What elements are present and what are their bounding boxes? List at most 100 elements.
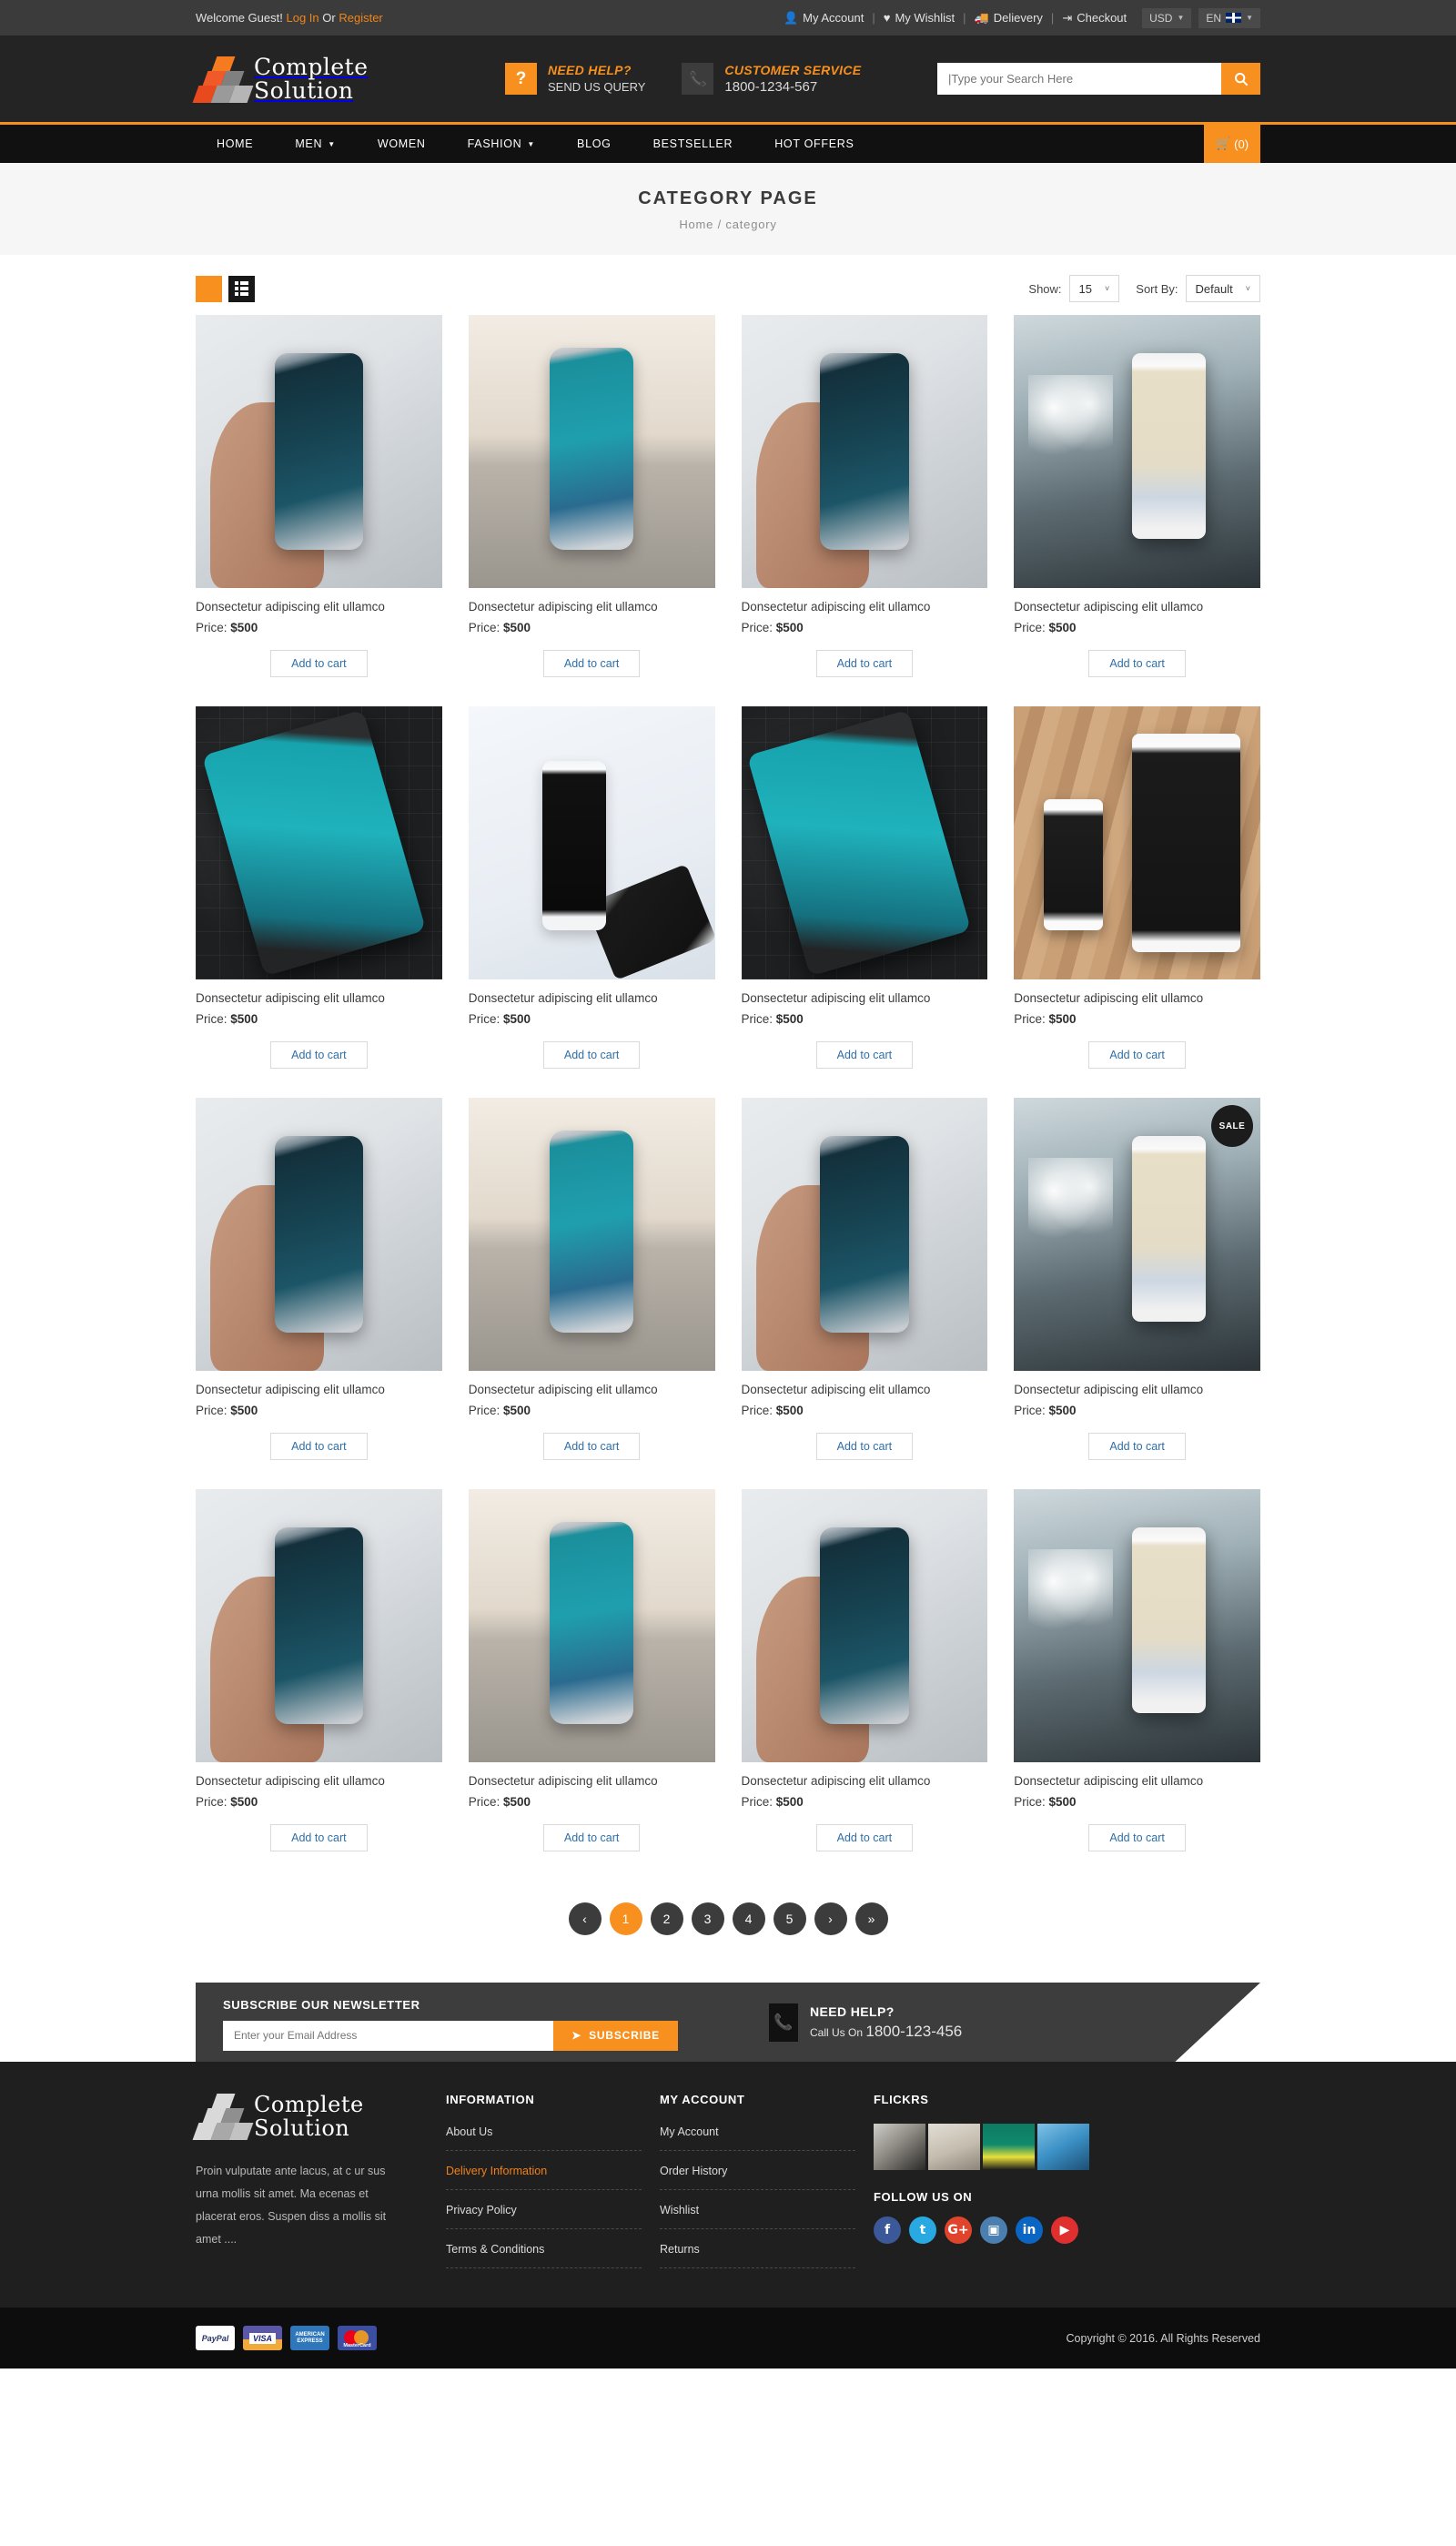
- product-image[interactable]: [741, 315, 988, 588]
- add-to-cart-button[interactable]: Add to cart: [270, 1433, 368, 1460]
- link-delivery-information[interactable]: Delivery Information: [446, 2165, 547, 2177]
- product-card[interactable]: SALE Donsectetur adipiscing elit ullamco P…: [1014, 1098, 1260, 1489]
- product-card[interactable]: Donsectetur adipiscing elit ullamco Price…: [196, 706, 442, 1098]
- link-privacy-policy[interactable]: Privacy Policy: [446, 2204, 517, 2216]
- flickr-thumbnail[interactable]: [928, 2124, 980, 2170]
- pagination-next[interactable]: ›: [814, 1902, 847, 1935]
- list-view-button[interactable]: [228, 275, 255, 302]
- customer-service-block[interactable]: 📞 CUSTOMER SERVICE 1800-1234-567: [682, 63, 861, 96]
- language-selector[interactable]: EN ▼: [1198, 7, 1260, 28]
- delivery-link[interactable]: 🚚 Delievery: [966, 11, 1051, 25]
- add-to-cart-button[interactable]: Add to cart: [1088, 1041, 1186, 1069]
- footer-logo[interactable]: Complete Solution: [192, 2093, 428, 2140]
- checkout-link[interactable]: ⇥ Checkout: [1054, 11, 1135, 25]
- nav-item-home[interactable]: HOME: [196, 125, 274, 163]
- my-account-link[interactable]: 👤 My Account: [775, 11, 872, 25]
- sort-select[interactable]: Default ˅: [1185, 275, 1260, 302]
- product-image[interactable]: [196, 706, 442, 979]
- login-link[interactable]: Log In: [286, 11, 318, 25]
- nav-item-fashion[interactable]: FASHION ▼: [447, 125, 556, 163]
- pagination-page-1[interactable]: 1: [609, 1902, 642, 1935]
- product-card[interactable]: Donsectetur adipiscing elit ullamco Price…: [196, 1098, 442, 1489]
- grid-view-button[interactable]: [163, 275, 222, 302]
- pagination-prev[interactable]: ‹: [568, 1902, 602, 1935]
- subscribe-button[interactable]: ➤ SUBSCRIBE: [553, 2020, 678, 2051]
- product-image[interactable]: [468, 315, 715, 588]
- product-card[interactable]: Donsectetur adipiscing elit ullamco Price…: [196, 315, 442, 706]
- product-card[interactable]: Donsectetur adipiscing elit ullamco Price…: [741, 706, 988, 1098]
- add-to-cart-button[interactable]: Add to cart: [542, 1824, 641, 1851]
- add-to-cart-button[interactable]: Add to cart: [815, 650, 914, 677]
- add-to-cart-button[interactable]: Add to cart: [542, 1041, 641, 1069]
- product-card[interactable]: Donsectetur adipiscing elit ullamco Price…: [1014, 1489, 1260, 1881]
- product-card[interactable]: Donsectetur adipiscing elit ullamco Price…: [468, 315, 715, 706]
- flickr-thumbnail[interactable]: [1037, 2124, 1089, 2170]
- add-to-cart-button[interactable]: Add to cart: [1088, 650, 1186, 677]
- pagination-page-5[interactable]: 5: [773, 1902, 806, 1935]
- register-link[interactable]: Register: [339, 11, 382, 25]
- link-about-us[interactable]: About Us: [446, 2125, 492, 2138]
- youtube-icon[interactable]: ▶: [1051, 2216, 1078, 2244]
- need-help-block[interactable]: ? NEED HELP? SEND US QUERY: [505, 63, 645, 96]
- search-input[interactable]: [937, 63, 1221, 95]
- pagination-last[interactable]: »: [854, 1902, 888, 1935]
- nav-item-blog[interactable]: BLOG: [556, 125, 632, 163]
- add-to-cart-button[interactable]: Add to cart: [815, 1041, 914, 1069]
- pagination-page-2[interactable]: 2: [650, 1902, 683, 1935]
- product-image[interactable]: [196, 1489, 442, 1762]
- search-button[interactable]: [1221, 63, 1260, 95]
- product-image[interactable]: [468, 1098, 715, 1371]
- product-card[interactable]: Donsectetur adipiscing elit ullamco Price…: [741, 1098, 988, 1489]
- linkedin-icon[interactable]: in: [1016, 2216, 1043, 2244]
- cart-button[interactable]: 🛒 (0): [1204, 125, 1260, 163]
- link-order-history[interactable]: Order History: [660, 2165, 727, 2177]
- product-image[interactable]: [1014, 706, 1260, 979]
- product-image[interactable]: [741, 1098, 988, 1371]
- product-image[interactable]: [1014, 315, 1260, 588]
- product-card[interactable]: Donsectetur adipiscing elit ullamco Price…: [468, 1098, 715, 1489]
- product-image[interactable]: [741, 706, 988, 979]
- product-card[interactable]: Donsectetur adipiscing elit ullamco Price…: [196, 1489, 442, 1881]
- product-image[interactable]: [1014, 1489, 1260, 1762]
- newsletter-email-input[interactable]: [223, 2020, 554, 2051]
- add-to-cart-button[interactable]: Add to cart: [270, 1041, 368, 1069]
- nav-item-men[interactable]: MEN ▼: [274, 125, 357, 163]
- pagination-page-4[interactable]: 4: [732, 1902, 765, 1935]
- product-card[interactable]: Donsectetur adipiscing elit ullamco Price…: [468, 706, 715, 1098]
- add-to-cart-button[interactable]: Add to cart: [1088, 1824, 1186, 1851]
- product-card[interactable]: Donsectetur adipiscing elit ullamco Price…: [741, 315, 988, 706]
- my-wishlist-link[interactable]: ♥ My Wishlist: [875, 11, 963, 25]
- link-returns[interactable]: Returns: [660, 2243, 700, 2256]
- product-image[interactable]: [196, 315, 442, 588]
- product-card[interactable]: Donsectetur adipiscing elit ullamco Price…: [1014, 315, 1260, 706]
- google-plus-icon[interactable]: G+: [945, 2216, 972, 2244]
- flickr-thumbnail[interactable]: [874, 2124, 925, 2170]
- product-image[interactable]: [468, 706, 715, 979]
- product-image[interactable]: SALE: [1014, 1098, 1260, 1371]
- show-select[interactable]: 15 ˅: [1068, 275, 1120, 302]
- product-card[interactable]: Donsectetur adipiscing elit ullamco Price…: [741, 1489, 988, 1881]
- add-to-cart-button[interactable]: Add to cart: [270, 650, 368, 677]
- product-image[interactable]: [741, 1489, 988, 1762]
- nav-item-women[interactable]: WOMEN: [357, 125, 447, 163]
- twitter-icon[interactable]: t: [909, 2216, 936, 2244]
- add-to-cart-button[interactable]: Add to cart: [1088, 1433, 1186, 1460]
- flickr-thumbnail[interactable]: [983, 2124, 1035, 2170]
- currency-selector[interactable]: USD ▼: [1142, 7, 1192, 28]
- add-to-cart-button[interactable]: Add to cart: [815, 1433, 914, 1460]
- product-card[interactable]: Donsectetur adipiscing elit ullamco Price…: [1014, 706, 1260, 1098]
- instagram-icon[interactable]: ▣: [980, 2216, 1007, 2244]
- nav-item-hot-offers[interactable]: HOT OFFERS: [753, 125, 875, 163]
- add-to-cart-button[interactable]: Add to cart: [815, 1824, 914, 1851]
- add-to-cart-button[interactable]: Add to cart: [542, 1433, 641, 1460]
- add-to-cart-button[interactable]: Add to cart: [270, 1824, 368, 1851]
- product-image[interactable]: [468, 1489, 715, 1762]
- facebook-icon[interactable]: f: [874, 2216, 901, 2244]
- add-to-cart-button[interactable]: Add to cart: [542, 650, 641, 677]
- product-card[interactable]: Donsectetur adipiscing elit ullamco Price…: [468, 1489, 715, 1881]
- pagination-page-3[interactable]: 3: [691, 1902, 724, 1935]
- product-image[interactable]: [196, 1098, 442, 1371]
- link-terms-conditions[interactable]: Terms & Conditions: [446, 2243, 544, 2256]
- nav-item-bestseller[interactable]: BESTSELLER: [632, 125, 754, 163]
- link-wishlist[interactable]: Wishlist: [660, 2204, 699, 2216]
